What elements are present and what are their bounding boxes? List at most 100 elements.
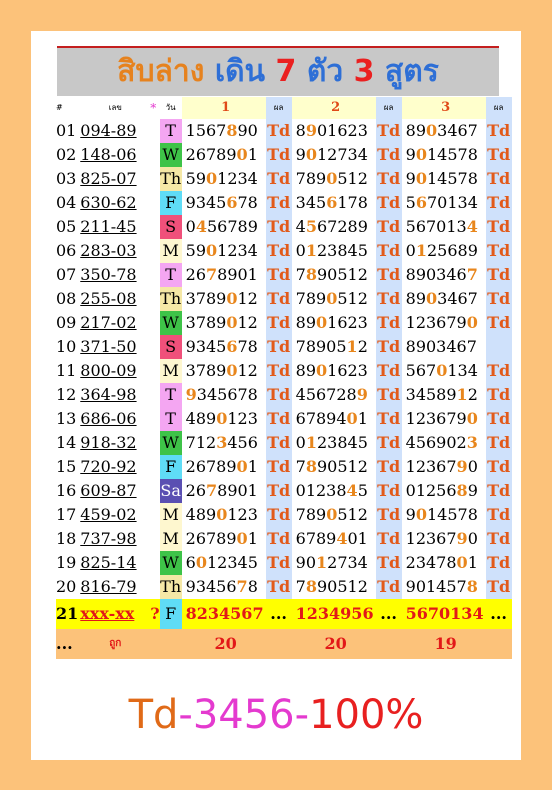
table-row: 09 217-02 W 3789012 Td 8901623 Td 1236790 Td (56, 311, 512, 335)
formula-digit-highlight: 0 (415, 169, 427, 188)
summary-hits-1: 20 (181, 629, 266, 659)
formula-digit-highlight: 1 (456, 385, 468, 404)
row-day: S (159, 335, 182, 359)
header-day: วัน (165, 103, 176, 112)
formula-digits-after: 2 (467, 385, 478, 404)
formula-digits-before: 9 (405, 145, 416, 164)
row-star-cell (150, 215, 159, 239)
summary-hits-2: 20 (291, 629, 376, 659)
summary-result-3 (485, 629, 512, 659)
row-result-2: Td (375, 431, 402, 455)
row-formula-1: 9345678 (182, 575, 266, 599)
formula-digit-highlight: 0 (456, 553, 468, 572)
formula-digits-before: 9 (405, 505, 416, 524)
formula-digit-highlight: 0 (426, 289, 438, 308)
row-result-1: Td (265, 551, 292, 575)
formula-digits-before: 789 (295, 505, 327, 524)
row-result-1: Td (265, 479, 292, 503)
row-star-cell (150, 311, 159, 335)
row-day: F (159, 191, 182, 215)
formula-digits-after: 8 (247, 577, 258, 596)
formula-digits-after: 12 (237, 361, 258, 380)
formula-digits-before: 78905 (295, 337, 347, 356)
table-row: 17 459-02 M 4890123 Td 7890512 Td 9014578 Td (56, 503, 512, 527)
summary-label: ถูก (78, 629, 151, 659)
row-formula-2: 6789401 (292, 407, 376, 431)
row-result-2: Td (375, 503, 402, 527)
prediction-day: F (159, 599, 182, 629)
row-day: Sa (159, 479, 182, 503)
formula-digits-before: 123679 (405, 409, 467, 428)
title-part-1: สิบล่าง (117, 54, 205, 89)
formula-digit-highlight: 0 (415, 145, 427, 164)
header-result-1: ผล (265, 97, 292, 119)
row-formula-3: 0125689 (402, 479, 486, 503)
table-row: 16 609-87 Sa 2678901 Td 0123845 Td 0125689 Td (56, 479, 512, 503)
formula-digits-before: 0 (405, 241, 416, 260)
row-result-2: Td (375, 263, 402, 287)
formula-digit-highlight: 0 (216, 505, 228, 524)
formula-digits-before: 89 (295, 313, 316, 332)
row-formula-3: 9014578 (402, 503, 486, 527)
formula-digit-highlight: 0 (466, 313, 478, 332)
row-code: 371-50 (80, 337, 137, 356)
formula-digit-highlight: 6 (226, 337, 238, 356)
formula-digit-highlight: 0 (216, 409, 228, 428)
row-result-2: Td (375, 383, 402, 407)
row-number: 05 (56, 217, 77, 236)
formula-digits-before: 26 (185, 481, 206, 500)
formula-digit-highlight: 1 (415, 241, 427, 260)
formula-digits-after: 134 (447, 361, 478, 380)
header-formula-1: 1 (181, 97, 266, 119)
formula-digits-before: 9345 (185, 193, 227, 212)
row-formula-1: 9345678 (182, 191, 266, 215)
row-code: 825-07 (80, 169, 137, 188)
row-formula-3: 5670134 (402, 191, 486, 215)
row-number: 12 (56, 385, 77, 404)
row-result-1: Td (265, 215, 292, 239)
row-formula-1: 2678901 (182, 143, 266, 167)
formula-digit-highlight: 0 (316, 361, 328, 380)
formula-digit-highlight: 1 (305, 241, 317, 260)
prediction-result-1: ... (265, 599, 292, 629)
row-formula-2: 7890512 (292, 455, 376, 479)
formula-digits-before: 712 (185, 433, 217, 452)
row-result-3: Td (485, 167, 512, 191)
formula-digits-before: 567 (405, 361, 437, 380)
row-formula-3: 1236790 (402, 455, 486, 479)
row-result-3: Td (485, 383, 512, 407)
row-formula-1: 3789012 (182, 311, 266, 335)
table-row: 15 720-92 F 2678901 Td 7890512 Td 1236790 Td (56, 455, 512, 479)
row-formula-3: 8903467 (402, 119, 486, 143)
row-code: 255-08 (80, 289, 137, 308)
row-number: 04 (56, 193, 77, 212)
row-formula-3: 1236790 (402, 407, 486, 431)
row-star-cell (150, 239, 159, 263)
row-formula-1: 9345678 (182, 335, 266, 359)
row-formula-1: 3789012 (182, 287, 266, 311)
formula-digits-before: 789 (295, 289, 327, 308)
row-result-3: Td (485, 359, 512, 383)
formula-digit-highlight: 3 (466, 433, 478, 452)
formula-digits-after: 90512 (316, 457, 368, 476)
row-star-cell (150, 359, 159, 383)
row-star-cell (150, 287, 159, 311)
table-row: 14 918-32 W 7123456 Td 0123845 Td 4569023 Td (56, 431, 512, 455)
row-formula-2: 7890512 (292, 167, 376, 191)
formula-digits-after: 3467 (437, 121, 478, 140)
row-result-3: Td (485, 143, 512, 167)
row-day: W (159, 551, 182, 575)
summary-result-2 (375, 629, 402, 659)
row-result-2: Td (375, 551, 402, 575)
formula-digits-before: 7 (295, 265, 306, 284)
header-formula-2: 2 (291, 97, 376, 119)
row-formula-1: 2678901 (182, 455, 266, 479)
row-result-3: Td (485, 119, 512, 143)
row-result-2: Td (375, 311, 402, 335)
formula-digits-after: 345678 (196, 385, 258, 404)
row-formula-1: 2678901 (182, 263, 266, 287)
row-formula-1: 0456789 (182, 215, 266, 239)
formula-digits-before: 489 (185, 505, 217, 524)
row-result-1: Td (265, 575, 292, 599)
row-formula-3: 1236790 (402, 527, 486, 551)
